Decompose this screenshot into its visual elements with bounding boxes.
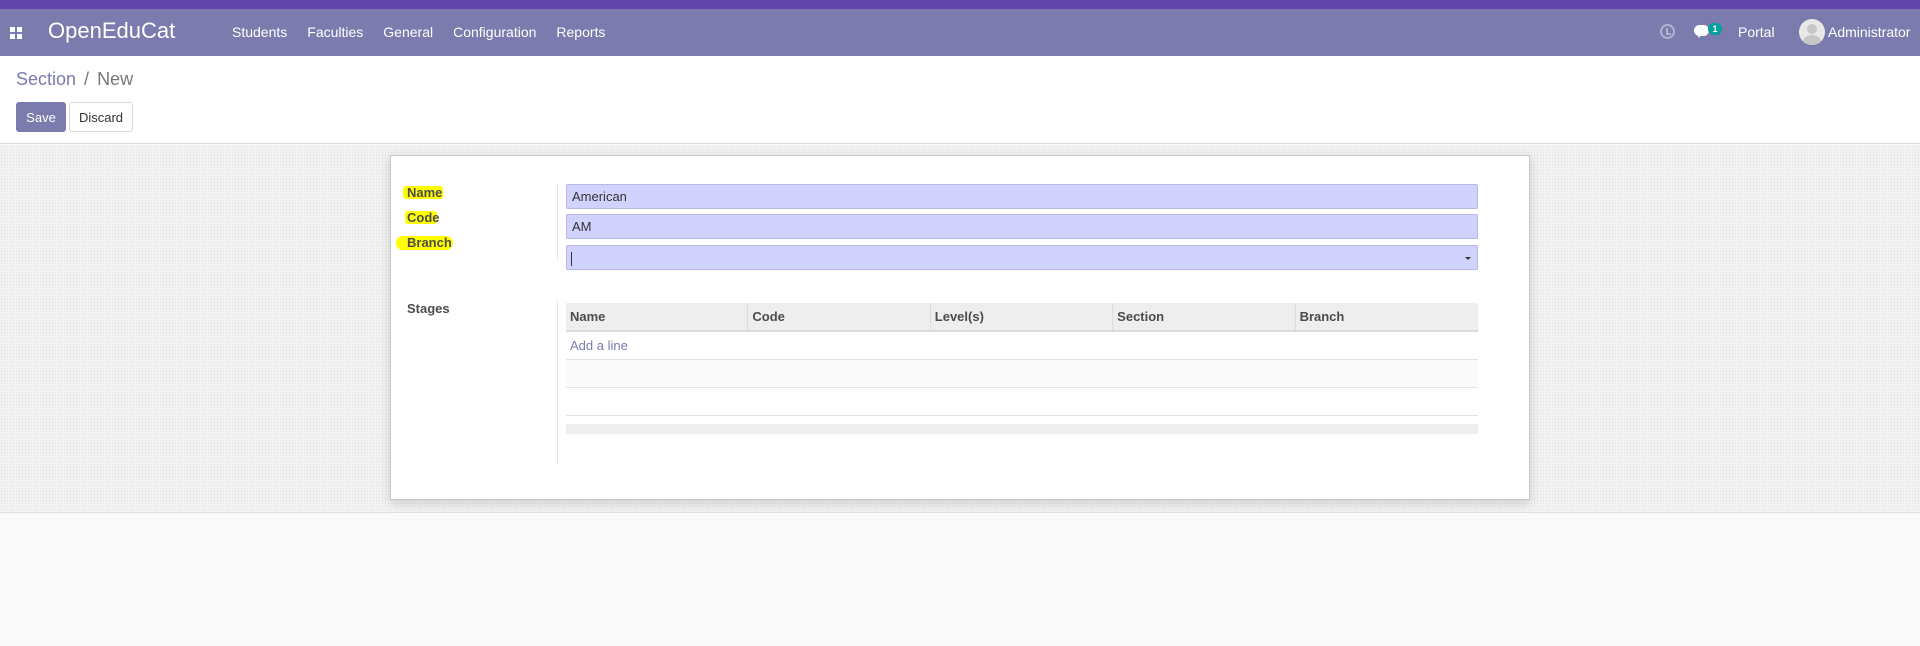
- column-header-name[interactable]: Name: [566, 303, 749, 330]
- text-cursor: [571, 252, 572, 266]
- clock-icon[interactable]: [1660, 24, 1675, 39]
- table-row: Add a line: [566, 332, 1478, 360]
- branch-select[interactable]: [566, 245, 1478, 270]
- form-background: Name Code Branch American AM Stages Name…: [0, 145, 1920, 513]
- form-sheet: Name Code Branch American AM Stages Name…: [390, 155, 1530, 500]
- column-header-code[interactable]: Code: [748, 303, 931, 330]
- stages-label: Stages: [407, 301, 450, 316]
- field-divider: [557, 184, 558, 260]
- chat-icon[interactable]: [1694, 25, 1709, 38]
- menu-item-reports[interactable]: Reports: [556, 24, 605, 40]
- chevron-down-icon[interactable]: [1465, 257, 1471, 260]
- brand-title[interactable]: OpenEduCat: [48, 18, 175, 44]
- stages-table: Name Code Level(s) Section Branch Add a …: [566, 303, 1478, 434]
- name-field[interactable]: American: [566, 184, 1478, 209]
- discard-button[interactable]: Discard: [69, 102, 133, 132]
- user-menu[interactable]: Administrator: [1828, 24, 1910, 40]
- menu-item-faculties[interactable]: Faculties: [307, 24, 363, 40]
- avatar[interactable]: [1799, 19, 1825, 45]
- menu-item-general[interactable]: General: [383, 24, 433, 40]
- column-header-branch[interactable]: Branch: [1296, 303, 1478, 330]
- stages-divider: [557, 301, 558, 464]
- column-header-section[interactable]: Section: [1113, 303, 1296, 330]
- breadcrumb: Section / New: [16, 69, 133, 90]
- chat-badge: 1: [1708, 23, 1722, 35]
- top-stripe: [0, 0, 1920, 9]
- table-spacer: [566, 416, 1478, 424]
- table-footer: [566, 424, 1478, 434]
- page-bottom: [0, 514, 1920, 646]
- code-field[interactable]: AM: [566, 214, 1478, 239]
- menu-item-configuration[interactable]: Configuration: [453, 24, 536, 40]
- code-label: Code: [407, 210, 440, 225]
- main-menu: Students Faculties General Configuration…: [232, 24, 625, 40]
- table-header: Name Code Level(s) Section Branch: [566, 303, 1478, 332]
- breadcrumb-parent[interactable]: Section: [16, 69, 76, 90]
- table-row: [566, 360, 1478, 388]
- name-label: Name: [407, 185, 443, 200]
- breadcrumb-separator: /: [84, 69, 90, 89]
- table-row: [566, 388, 1478, 416]
- menu-item-students[interactable]: Students: [232, 24, 287, 40]
- control-panel: Section / New Save Discard: [0, 56, 1920, 144]
- save-button[interactable]: Save: [16, 102, 66, 132]
- breadcrumb-current: New: [97, 69, 134, 89]
- branch-label: Branch: [407, 235, 452, 250]
- column-header-levels[interactable]: Level(s): [931, 303, 1114, 330]
- apps-grid-icon[interactable]: [10, 27, 23, 39]
- portal-link[interactable]: Portal: [1738, 24, 1775, 40]
- add-line-link[interactable]: Add a line: [570, 338, 628, 353]
- top-navbar: OpenEduCat Students Faculties General Co…: [0, 9, 1920, 56]
